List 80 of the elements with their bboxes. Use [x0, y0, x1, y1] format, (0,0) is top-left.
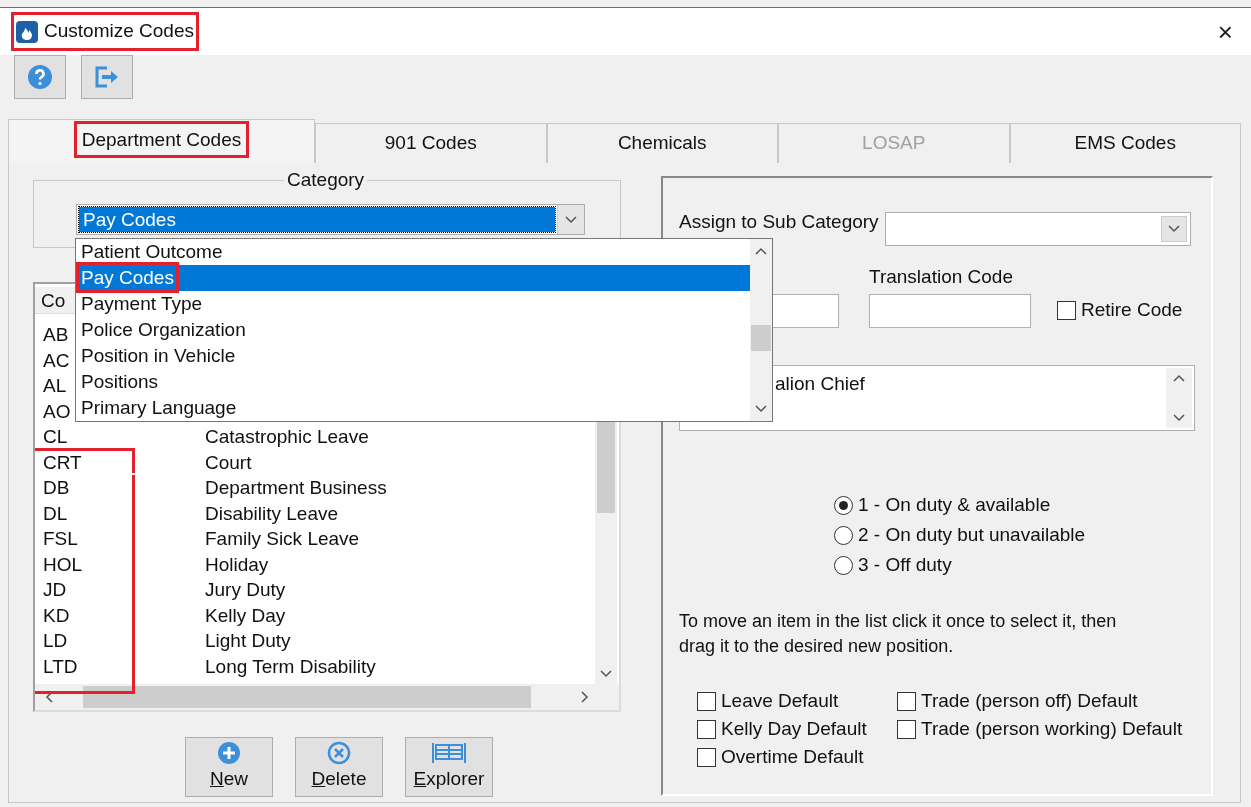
radio-button[interactable]: [834, 495, 853, 515]
radio-label: 3 - Off duty: [858, 553, 952, 577]
scrollbar-thumb[interactable]: [83, 686, 531, 708]
chevron-right-icon: [581, 691, 589, 703]
radio-label: 1 - On duty & available: [858, 493, 1051, 517]
tab[interactable]: 901 Codes: [315, 123, 547, 163]
table-cell-text: Disability Leave: [205, 501, 339, 526]
tab[interactable]: Chemicals: [546, 123, 778, 163]
chevron-down-icon: [755, 405, 767, 413]
table-cell-text: Catastrophic Leave: [205, 425, 369, 449]
help-button[interactable]: [14, 55, 66, 99]
chevron-down-icon: [565, 215, 577, 224]
dropdown-option[interactable]: Patient Outcome: [76, 239, 750, 265]
table-cell-text: Light Duty: [205, 629, 291, 653]
table-cell-text: DB: [43, 476, 70, 500]
scrollbar[interactable]: [1166, 368, 1192, 428]
checkbox[interactable]: [697, 719, 716, 739]
instruction-text: To move an item in the list click it once to select it, then drag it to the desired new position.: [679, 610, 1118, 658]
chevron-up-icon: [1173, 374, 1185, 382]
scrollbar-thumb[interactable]: [751, 325, 771, 351]
help-icon: [27, 64, 53, 90]
chevron-left-icon: [45, 691, 53, 703]
table-cell-text: JD: [43, 578, 67, 602]
grid-icon: [431, 740, 467, 765]
table-cell-text: Kelly Day: [205, 603, 286, 628]
window-title: Customize Codes: [44, 19, 194, 44]
table-cell-text: AC: [43, 348, 70, 373]
checkbox-label: Retire Code: [1081, 298, 1183, 322]
radio-button[interactable]: [834, 525, 853, 545]
new-button[interactable]: New: [185, 737, 273, 797]
table-cell-text: HOL: [43, 552, 83, 577]
table-cell-text: FSL: [43, 527, 78, 551]
table-cell-text: AB: [43, 323, 69, 347]
checkbox[interactable]: [897, 691, 916, 711]
radio-button[interactable]: [834, 555, 853, 575]
checkbox[interactable]: [897, 719, 916, 739]
table-cell-text: LD: [43, 629, 68, 653]
delete-icon: [327, 740, 351, 765]
delete-button[interactable]: Delete: [295, 737, 383, 797]
checkbox[interactable]: [1057, 300, 1076, 320]
scrollbar[interactable]: [35, 684, 619, 710]
dropdown-option[interactable]: Pay Codes: [76, 265, 750, 291]
table-cell-text: Court: [205, 450, 252, 475]
checkbox-label: Trade (person off) Default: [921, 689, 1138, 713]
table-cell-text: Holiday: [205, 552, 269, 577]
checkbox-label: Leave Default: [721, 689, 839, 713]
table-cell-text: Long Term Disability: [205, 654, 376, 679]
table-cell-text: CL: [43, 425, 68, 449]
close-button[interactable]: ×: [1211, 17, 1239, 46]
scrollbar[interactable]: [750, 239, 772, 421]
table-cell-text: KD: [43, 603, 70, 628]
checkbox[interactable]: [697, 747, 716, 767]
table-cell-text: Department Business: [205, 476, 387, 500]
dropdown-option[interactable]: Payment Type: [76, 291, 750, 317]
plus-icon: [217, 740, 241, 765]
radio-label: 2 - On duty but unavailable: [858, 523, 1086, 547]
table-cell-text: Jury Duty: [205, 578, 286, 602]
tab[interactable]: EMS Codes: [1009, 123, 1241, 163]
table-cell-text: Family Sick Leave: [205, 527, 360, 551]
table-cell-text: DL: [43, 501, 68, 526]
table-cell-text: CRT: [43, 450, 82, 475]
chevron-down-icon: [1167, 225, 1180, 233]
chevron-down-icon: [1173, 414, 1185, 422]
checkbox[interactable]: [697, 691, 716, 711]
translation-code-field[interactable]: [869, 294, 1031, 328]
table-cell-text: AL: [43, 374, 67, 398]
checkbox-label: Overtime Default: [721, 745, 864, 769]
field-label: Translation Code: [869, 266, 1014, 288]
checkbox-label: Kelly Day Default: [721, 717, 867, 741]
exit-button[interactable]: [81, 55, 133, 99]
checkbox-label: Trade (person working) Default: [921, 717, 1183, 741]
table-cell-text: AO: [43, 399, 71, 424]
explorer-button[interactable]: Explorer: [405, 737, 493, 797]
chevron-down-icon: [600, 670, 612, 678]
table-cell-text: LTD: [43, 654, 78, 679]
flame-icon: [16, 20, 38, 43]
dropdown-option[interactable]: Police Organization: [76, 317, 750, 343]
category-dropdown[interactable]: Pay Codes: [76, 204, 585, 235]
chevron-up-icon: [755, 247, 767, 255]
field-label: Assign to Sub Category: [679, 210, 879, 234]
